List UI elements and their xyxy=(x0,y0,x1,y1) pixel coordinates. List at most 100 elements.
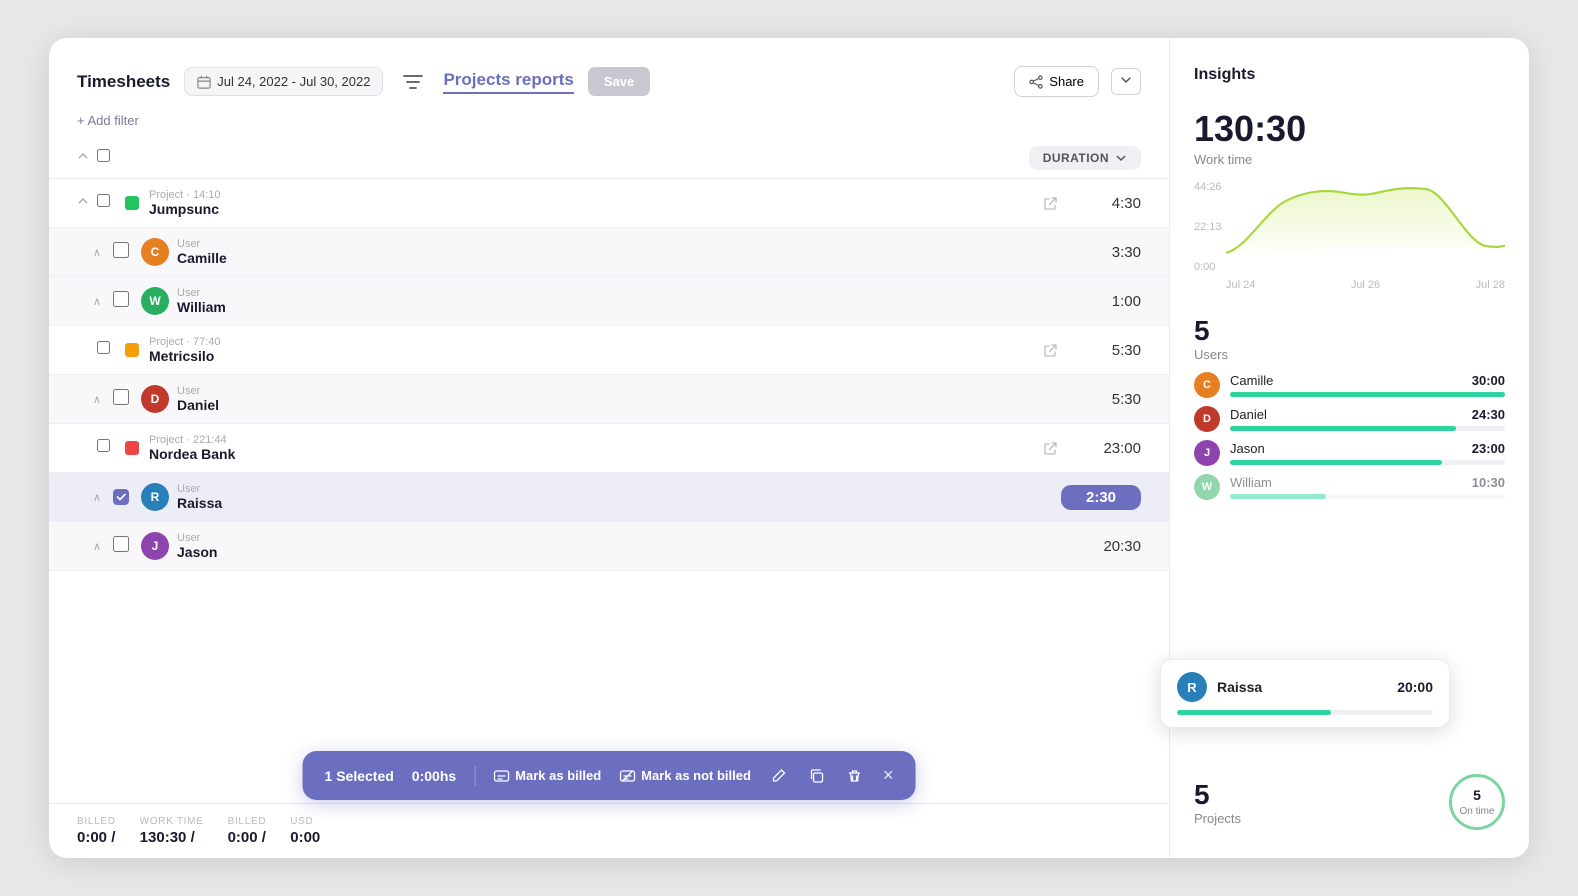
user-row: ∧ D User Daniel 5:30 xyxy=(49,375,1169,424)
delete-icon[interactable] xyxy=(845,766,865,786)
project-color-dot xyxy=(125,343,139,357)
billed2-label: BILLED xyxy=(228,816,267,827)
user-avatar: R xyxy=(141,483,169,511)
mark-not-billed-icon xyxy=(619,768,635,784)
user-stat-avatar: J xyxy=(1194,440,1220,466)
insights-title: Insights xyxy=(1194,66,1505,84)
check-icon xyxy=(116,492,126,502)
collapse-icon xyxy=(77,195,89,207)
edit-icon[interactable] xyxy=(769,766,789,786)
chevron-down-icon xyxy=(1120,74,1132,86)
projects-section: 5 Projects 5 On time xyxy=(1194,774,1505,830)
share-dropdown-button[interactable] xyxy=(1111,68,1141,95)
project-color-dot xyxy=(125,196,139,210)
user-duration: 1:00 xyxy=(1061,293,1141,310)
raissa-tooltip: R Raissa 20:00 xyxy=(1160,659,1450,728)
project-checkbox[interactable] xyxy=(97,341,125,359)
chart-svg xyxy=(1226,181,1505,261)
user-avatar: C xyxy=(141,238,169,266)
users-section: 5 Users C Camille 30:00 D xyxy=(1194,315,1505,500)
on-time-badge: 5 On time xyxy=(1449,774,1505,830)
billed2-value: 0:00 / xyxy=(228,829,267,846)
total-time-section: 130:30 Work time 44:26 22:13 0:00 xyxy=(1194,108,1505,291)
date-range-button[interactable]: Jul 24, 2022 - Jul 30, 2022 xyxy=(184,67,383,96)
project-duration: 23:00 xyxy=(1061,440,1141,457)
save-button[interactable]: Save xyxy=(588,67,650,96)
user-avatar: D xyxy=(141,385,169,413)
row-collapse[interactable]: ∧ xyxy=(93,540,113,553)
row-collapse[interactable]: ∧ xyxy=(93,491,113,504)
user-checkbox[interactable] xyxy=(113,389,141,410)
project-duration: 4:30 xyxy=(1061,195,1141,212)
work-time-label: Work time xyxy=(1194,152,1505,167)
project-meta: Project · 14:10 xyxy=(149,189,1031,201)
billed-label: BILLED xyxy=(77,816,116,827)
raissa-name: Raissa xyxy=(1217,679,1387,695)
project-link-icon[interactable] xyxy=(1039,339,1061,361)
user-row: ∧ R User Raissa 2:30 xyxy=(49,473,1169,522)
user-row: ∧ C User Camille 3:30 xyxy=(49,228,1169,277)
project-name: Nordea Bank xyxy=(149,446,1031,462)
table-header: DURATION xyxy=(49,138,1169,179)
date-range-label: Jul 24, 2022 - Jul 30, 2022 xyxy=(217,74,370,89)
project-checkbox[interactable] xyxy=(97,194,125,212)
user-row: ∧ W User William 1:00 xyxy=(49,277,1169,326)
project-meta: Project · 77:40 xyxy=(149,336,1031,348)
project-link-icon[interactable] xyxy=(1039,192,1061,214)
work-time-label: WORK TIME xyxy=(140,816,204,827)
project-duration: 5:30 xyxy=(1061,342,1141,359)
share-icon xyxy=(1029,75,1043,89)
mark-billed-icon xyxy=(493,768,509,784)
row-collapse[interactable]: ∧ xyxy=(93,246,113,259)
total-time: 130:30 xyxy=(1194,108,1505,150)
selected-count: 1 Selected xyxy=(325,768,394,784)
user-checkbox[interactable] xyxy=(113,242,141,263)
project-name: Metricsilo xyxy=(149,348,1031,364)
collapse-icon xyxy=(77,150,89,162)
user-stat-avatar: W xyxy=(1194,474,1220,500)
collapse-all[interactable] xyxy=(77,149,97,167)
table-area: DURATION Project · 14:10 Jumpsunc xyxy=(49,138,1169,803)
selected-time: 0:00hs xyxy=(412,768,456,784)
user-checkbox[interactable] xyxy=(113,536,141,557)
row-collapse[interactable]: ∧ xyxy=(93,393,113,406)
close-selection-button[interactable]: × xyxy=(883,765,894,786)
user-checkbox[interactable] xyxy=(113,489,141,505)
project-row: Project · 77:40 Metricsilo 5:30 xyxy=(49,326,1169,375)
user-checkbox[interactable] xyxy=(113,291,141,312)
user-duration: 3:30 xyxy=(1061,244,1141,261)
copy-icon[interactable] xyxy=(807,766,827,786)
user-stat-row: C Camille 30:00 D Daniel 24:30 xyxy=(1194,372,1505,500)
projects-count: 5 xyxy=(1194,779,1241,811)
projects-label: Projects xyxy=(1194,811,1241,826)
raissa-avatar: R xyxy=(1177,672,1207,702)
user-stat-avatar: D xyxy=(1194,406,1220,432)
view-label[interactable]: Projects reports xyxy=(443,70,573,94)
work-time-chart: 44:26 22:13 0:00 Jul 24 xyxy=(1194,181,1505,291)
selection-bar: 1 Selected 0:00hs Mark as billed Mark as… xyxy=(303,751,916,800)
project-checkbox[interactable] xyxy=(97,439,125,457)
row-collapse[interactable]: ∧ xyxy=(93,295,113,308)
filter-icon xyxy=(403,74,423,90)
mark-not-billed-button[interactable]: Mark as not billed xyxy=(619,768,751,784)
add-filter[interactable]: + Add filter xyxy=(49,113,1169,138)
billed-value: 0:00 / xyxy=(77,829,116,846)
project-meta: Project · 221:44 xyxy=(149,434,1031,446)
calendar-icon xyxy=(197,75,211,89)
project-name: Jumpsunc xyxy=(149,201,1031,217)
project-row: Project · 221:44 Nordea Bank 23:00 xyxy=(49,424,1169,473)
insights-panel: Insights 130:30 Work time 44:26 22:13 0:… xyxy=(1169,38,1529,858)
project-link-icon[interactable] xyxy=(1039,437,1061,459)
select-all-checkbox[interactable] xyxy=(97,149,125,167)
raissa-time: 20:00 xyxy=(1397,679,1433,695)
filter-button[interactable] xyxy=(397,68,429,96)
mark-billed-button[interactable]: Mark as billed xyxy=(493,768,601,784)
page-title: Timesheets xyxy=(77,72,170,92)
user-stat-avatar: C xyxy=(1194,372,1220,398)
duration-sort-button[interactable]: DURATION xyxy=(1029,146,1141,170)
user-duration: 5:30 xyxy=(1061,391,1141,408)
project-color-dot xyxy=(125,441,139,455)
usd-label: USD xyxy=(290,816,320,827)
user-avatar: W xyxy=(141,287,169,315)
share-button[interactable]: Share xyxy=(1014,66,1099,97)
